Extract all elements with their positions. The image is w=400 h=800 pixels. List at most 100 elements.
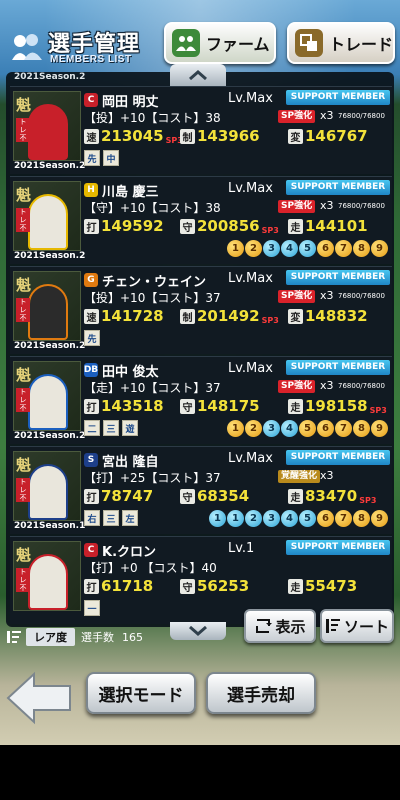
player-level: Lv.Max (228, 181, 273, 196)
player-card[interactable]: 魁トレ不 2021Season.2 C 岡田 明丈 Lv.Max SUPPORT MEMB… (10, 86, 392, 174)
player-position-cost: 【打】+0 【コスト】40 (84, 561, 217, 575)
team-logo-icon: S (84, 453, 98, 467)
trade-lock-badge: トレ不 (16, 298, 30, 322)
enhance-multiplier: x3 (320, 379, 334, 392)
player-count-label: 選手数 (81, 631, 114, 644)
team-logo-icon: H (84, 183, 98, 197)
player-level: Lv.Max (228, 361, 273, 376)
team-logo-icon: DB (83, 363, 99, 377)
order-ball-icon: 1 (227, 240, 244, 257)
order-ball-icon: 9 (371, 510, 388, 527)
stat-value: 143966 (197, 127, 260, 145)
order-ball-icon: 8 (353, 240, 370, 257)
stat-item: 変 148832 (288, 307, 368, 325)
stat-key: 打 (84, 488, 99, 504)
enhance-badge: 覚醒強化 (278, 470, 321, 483)
support-member-badge: SUPPORT MEMBER (286, 90, 390, 105)
position-badge: 一 (84, 600, 100, 616)
season-label: 2021Season.2 (14, 161, 86, 171)
sp3-badge: SP3 (261, 225, 279, 235)
stat-key: 走 (288, 398, 303, 414)
player-card[interactable]: 魁トレ不 2021Season.1 S 宮出 隆自 Lv.Max SUPPORT MEMB… (10, 446, 392, 534)
sell-player-button[interactable]: 選手売却 (206, 672, 316, 714)
stat-item: 守 68354 (180, 487, 249, 505)
player-card[interactable]: 魁トレ不 2021Season.2 H 川島 慶三 Lv.Max SUPPORT MEMB… (10, 176, 392, 264)
rarity-label[interactable]: レア度 (26, 628, 75, 646)
position-badge: 三 (103, 420, 119, 436)
enhance-badge: SP強化 (278, 380, 316, 393)
farm-button[interactable]: ファーム (164, 22, 276, 64)
position-list: 先中 (84, 150, 122, 166)
player-position-cost: 【投】+10【コスト】37 (84, 291, 221, 305)
player-count-value: 165 (122, 630, 143, 644)
trade-lock-badge: トレ不 (16, 478, 30, 502)
position-list: 二三遊 (84, 420, 141, 436)
player-name: 岡田 明丈 (102, 95, 159, 110)
position-list: 右三左 (84, 510, 141, 526)
stat-key: 速 (84, 128, 99, 144)
sort-button[interactable]: ソート (320, 609, 394, 643)
position-badge: 中 (103, 150, 119, 166)
player-level: Lv.Max (228, 451, 273, 466)
order-ball-icon: 9 (371, 240, 388, 257)
stat-key: 守 (180, 578, 195, 594)
player-name: チェン・ウェイン (102, 275, 207, 290)
back-arrow-icon (6, 671, 71, 725)
sp3-badge: SP3 (369, 405, 387, 415)
refresh-icon (256, 619, 273, 633)
stat-item: 変 146767 (288, 127, 368, 145)
order-ball-icon: 8 (353, 510, 370, 527)
rarity-sort-icon (7, 631, 21, 643)
player-card[interactable]: 魁トレ不 2021Season.2 DB 田中 俊太 Lv.Max SUPPORT MEM… (10, 356, 392, 444)
season-label: 2021Season.2 (14, 341, 86, 351)
stat-key: 走 (288, 218, 303, 234)
stat-value: 213045 (101, 127, 164, 145)
position-badge: 先 (84, 150, 100, 166)
trade-label: トレード (329, 35, 394, 54)
experience-value: 76800/76800 (338, 112, 385, 120)
stat-value: 78747 (101, 487, 154, 505)
season-label: 2021Season.2 (14, 72, 86, 82)
select-mode-button[interactable]: 選択モード (86, 672, 196, 714)
enhance-multiplier: x3 (320, 199, 334, 212)
player-position-cost: 【打】+25【コスト】37 (84, 471, 221, 485)
team-logo-icon: C (84, 93, 98, 107)
subtitle-text: MEMBERS LIST (50, 54, 132, 65)
support-member-badge: SUPPORT MEMBER (286, 180, 390, 195)
player-name: 川島 慶三 (102, 185, 159, 200)
sort-label: ソート (343, 617, 389, 636)
roster-icon (12, 34, 42, 60)
stat-key: 変 (288, 308, 303, 324)
stat-value: 148175 (197, 397, 260, 415)
enhance-badge: SP強化 (278, 290, 316, 303)
display-button[interactable]: 表示 (244, 609, 316, 643)
sort-icon (325, 619, 340, 633)
position-badge: 遊 (122, 420, 138, 436)
stat-item: 打 78747 (84, 487, 153, 505)
stat-item: 速 141728 (84, 307, 164, 325)
player-card[interactable]: 魁トレ不 2021Season.2 G チェン・ウェイン Lv.Max SUPPORT M… (10, 266, 392, 354)
support-member-badge: SUPPORT MEMBER (286, 540, 390, 555)
trade-button[interactable]: トレード (287, 22, 395, 64)
stat-value: 200856 (197, 217, 260, 235)
header: 選手管理 MEMBERS LIST ファーム トレード (0, 18, 400, 70)
position-badge: 先 (84, 330, 100, 346)
order-ball-icon: 2 (245, 510, 262, 527)
scroll-up-button[interactable] (170, 64, 226, 86)
back-button[interactable] (4, 670, 74, 726)
support-member-badge: SUPPORT MEMBER (286, 360, 390, 375)
stat-value: 201492 (197, 307, 260, 325)
player-level: Lv.Max (228, 91, 273, 106)
order-ball-icon: 7 (335, 240, 352, 257)
stat-value: 148832 (305, 307, 368, 325)
player-portrait: 魁トレ不 (13, 451, 81, 521)
player-position-cost: 【走】+10【コスト】37 (84, 381, 221, 395)
stat-value: 143518 (101, 397, 164, 415)
order-ball-icon: 8 (353, 420, 370, 437)
stat-key: 守 (180, 488, 195, 504)
stat-key: 打 (84, 578, 99, 594)
player-list[interactable]: 2021Season.2 魁トレ不 2021Season.2 C 岡田 明丈 Lv.Ma… (6, 72, 394, 627)
farm-icon (172, 29, 200, 57)
scroll-down-button[interactable] (170, 622, 226, 640)
sp3-badge: SP3 (261, 315, 279, 325)
